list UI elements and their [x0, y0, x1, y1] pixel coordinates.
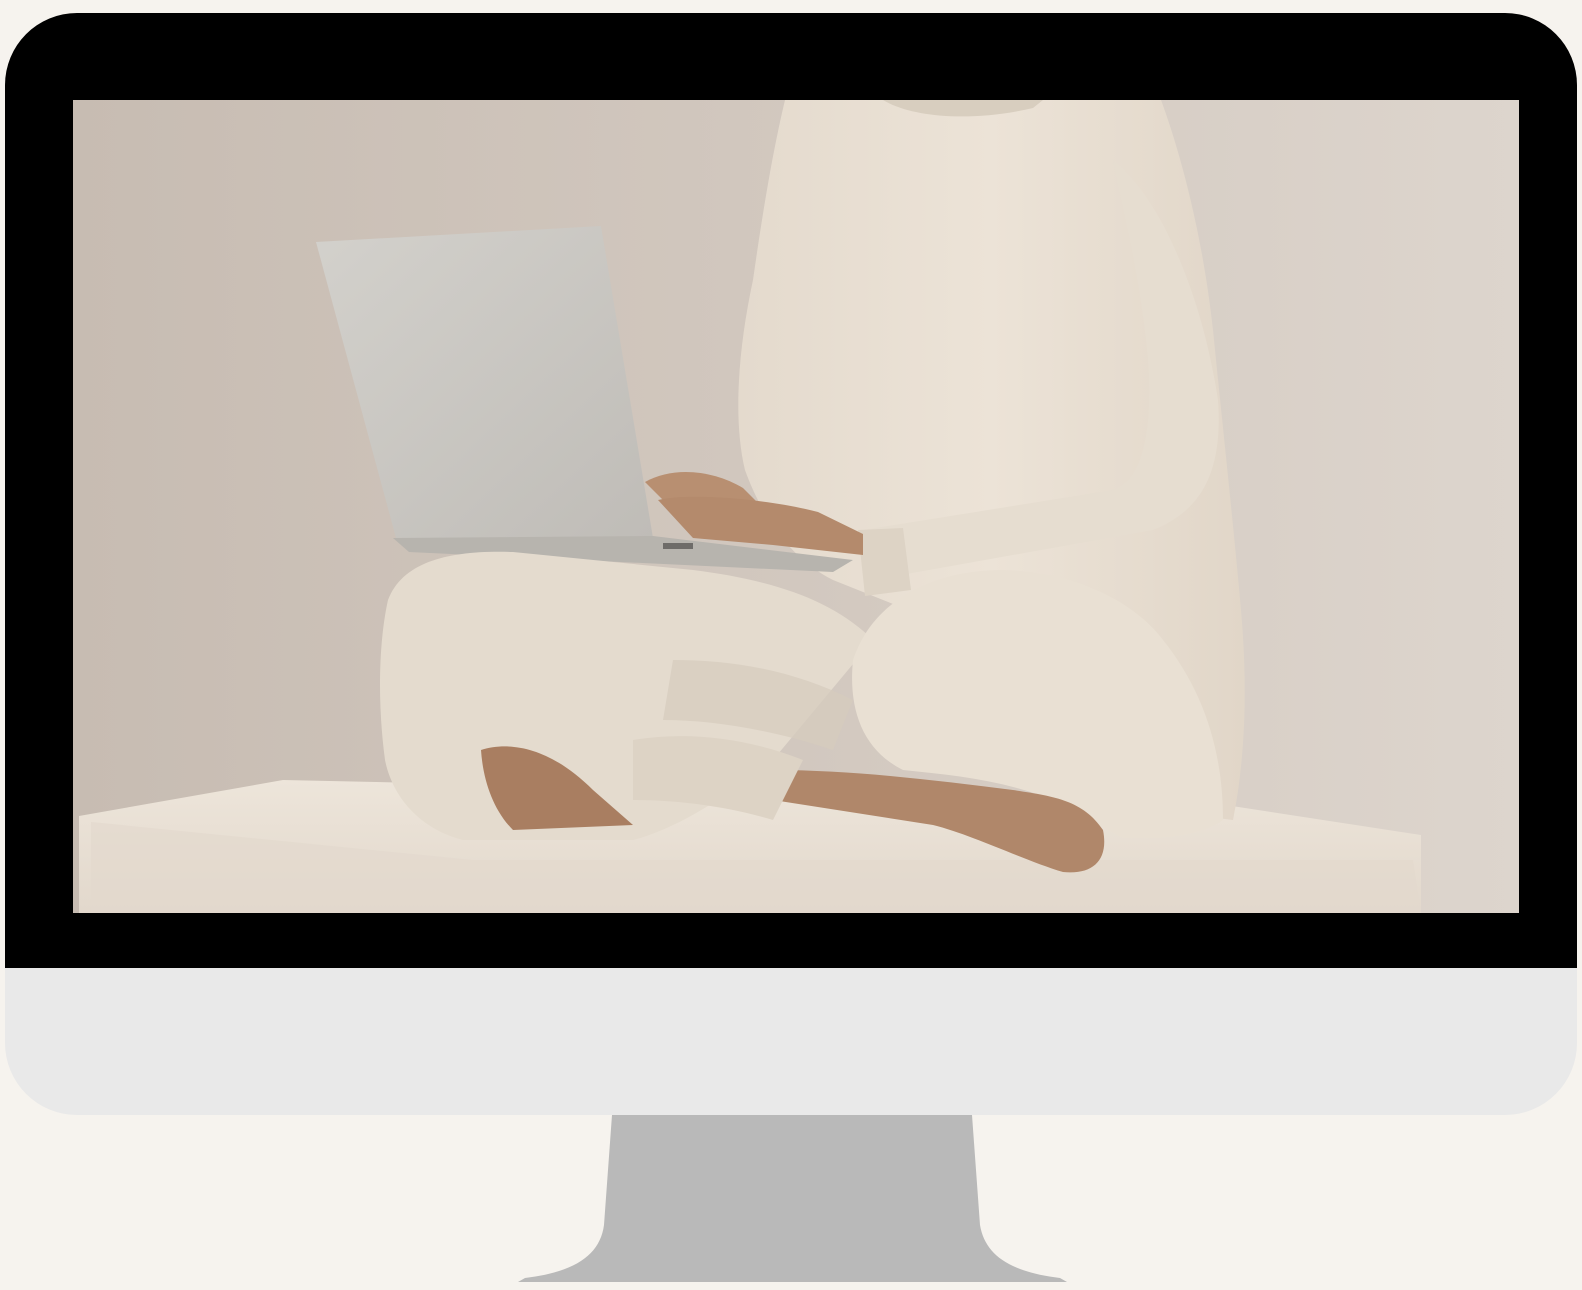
monitor-chin — [5, 968, 1577, 1115]
photo-laptop-port — [663, 543, 693, 549]
screen-photo — [73, 100, 1519, 913]
desktop-monitor — [0, 0, 1582, 1290]
monitor-stand-neck — [518, 1115, 1067, 1282]
photo-sleeve-cuff — [858, 528, 911, 596]
monitor-bezel — [5, 13, 1577, 1115]
monitor-screen — [73, 100, 1519, 913]
page-background — [0, 0, 1582, 1290]
